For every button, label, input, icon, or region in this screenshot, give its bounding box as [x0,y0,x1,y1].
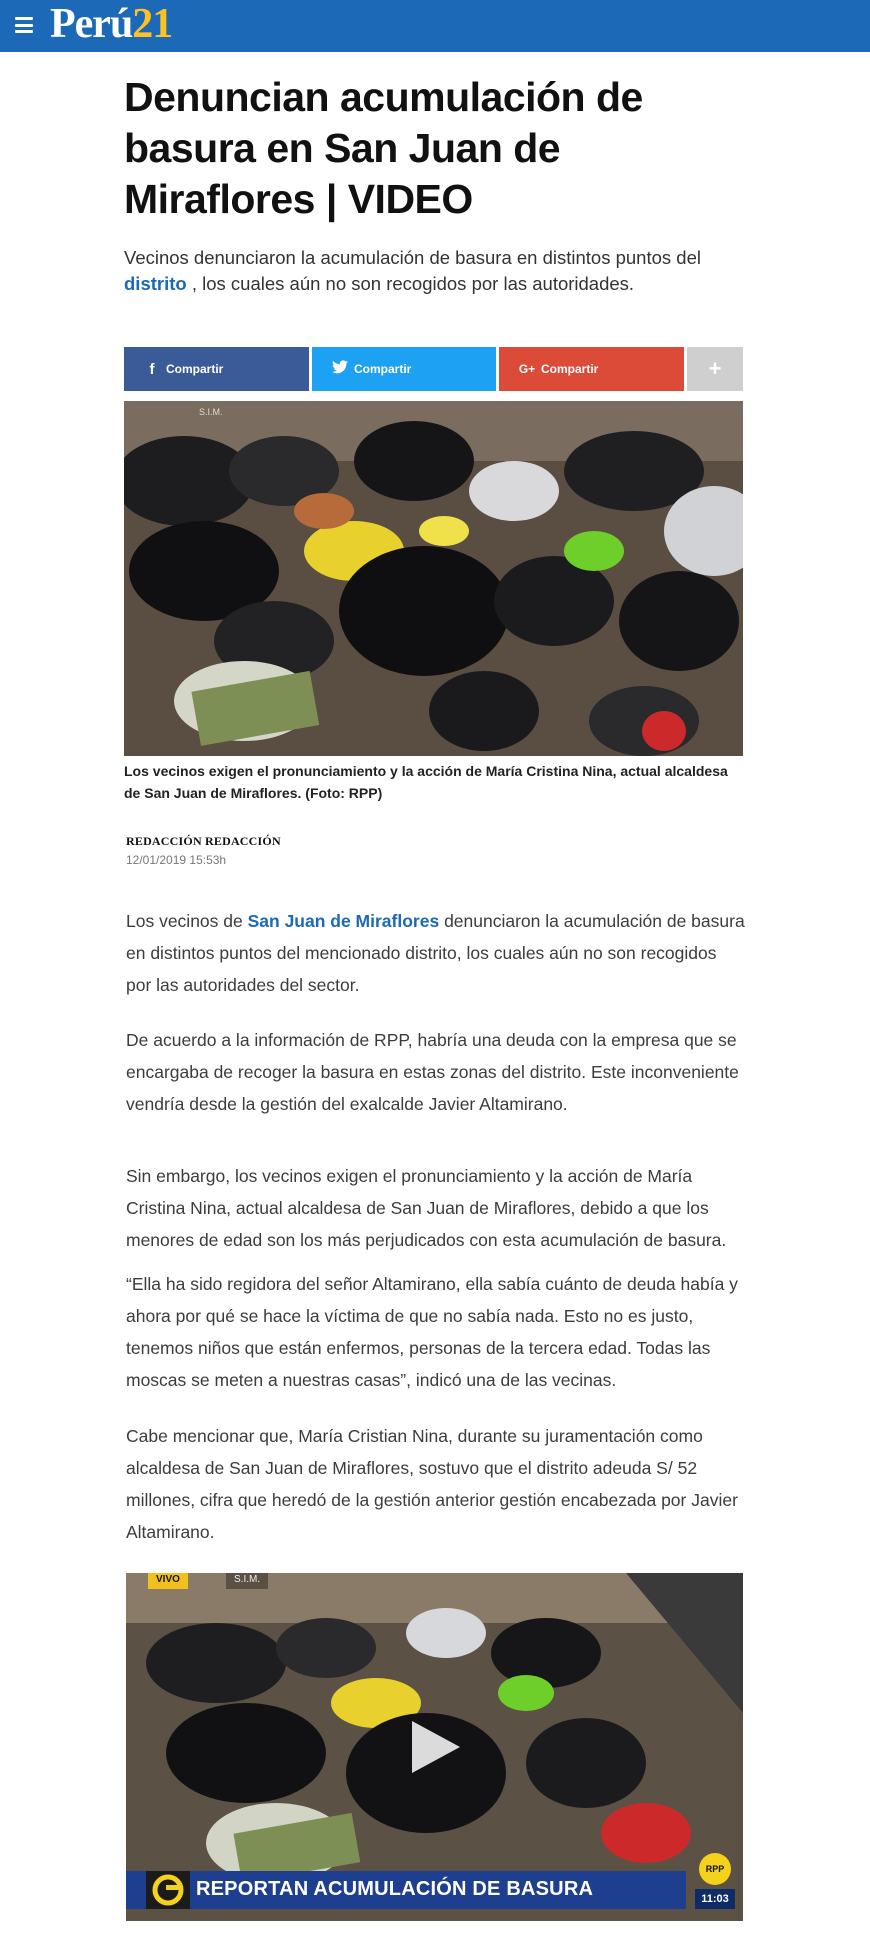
embedded-video-player[interactable]: VIVO S.I.M. REPORTAN ACUMULACIÓN DE BASU… [126,1573,743,1921]
google-plus-icon: G+ [518,362,536,376]
subtitle-link-distrito[interactable]: distrito [124,273,187,294]
share-facebook-button[interactable]: f Compartir [124,347,309,391]
hamburger-menu-icon[interactable] [15,17,33,33]
play-icon[interactable] [404,1717,464,1777]
photo-caption: Los vecinos exigen el pronunciamiento y … [124,763,728,801]
subtitle-text: Vecinos denunciaron la acumulación de ba… [124,247,701,268]
logo-word: Perú [50,1,133,47]
share-google-label: Compartir [541,362,599,376]
article-main-photo: S.I.M. [124,401,743,756]
paragraph-3: Sin embargo, los vecinos exigen el pronu… [126,1166,727,1250]
photo-watermark: S.I.M. [199,407,223,417]
share-bar: f Compartir Compartir G+ Compartir + [124,347,743,391]
article-subtitle: Vecinos denunciaron la acumulación de ba… [124,245,744,297]
paragraph-5: Cabe mencionar que, María Cristian Nina,… [126,1426,738,1542]
twitter-icon [326,360,354,378]
video-headline: REPORTAN ACUMULACIÓN DE BASURA [196,1878,594,1900]
share-google-plus-button[interactable]: G+ Compartir [499,347,684,391]
author-name[interactable]: REDACCIÓN REDACCIÓN [126,834,281,849]
video-watermark: S.I.M. [226,1573,269,1589]
share-more-button[interactable]: + [687,347,743,391]
logo-number: 21 [132,1,173,47]
publish-date: 12/01/2019 15:53h [126,853,227,867]
video-clock: 11:03 [695,1889,735,1909]
paragraph-2: De acuerdo a la información de RPP, habr… [126,1030,739,1114]
subtitle-text-end: , los cuales aún no son recogidos por la… [186,273,635,294]
article-title: Denuncian acumulación de basura en San J… [124,74,643,222]
rpp-bolt-icon [146,1871,190,1909]
garbage-photo-image: S.I.M. [124,401,743,756]
site-logo[interactable]: Perú21 [50,0,173,52]
facebook-icon: f [149,360,155,378]
paragraph-4: “Ella ha sido regidora del señor Altamir… [126,1274,738,1390]
site-header: Perú21 [0,0,870,52]
share-twitter-label: Compartir [354,362,412,376]
live-tag: VIVO [148,1573,188,1589]
link-san-juan-de-miraflores[interactable]: San Juan de Miraflores [248,911,440,931]
paragraph-1-start: Los vecinos de [126,911,248,931]
channel-logo: RPP [699,1853,731,1885]
share-facebook-label: Compartir [166,362,224,376]
paragraph-1: Los vecinos de San Juan de Miraflores de… [126,905,746,1001]
share-twitter-button[interactable]: Compartir [312,347,496,391]
